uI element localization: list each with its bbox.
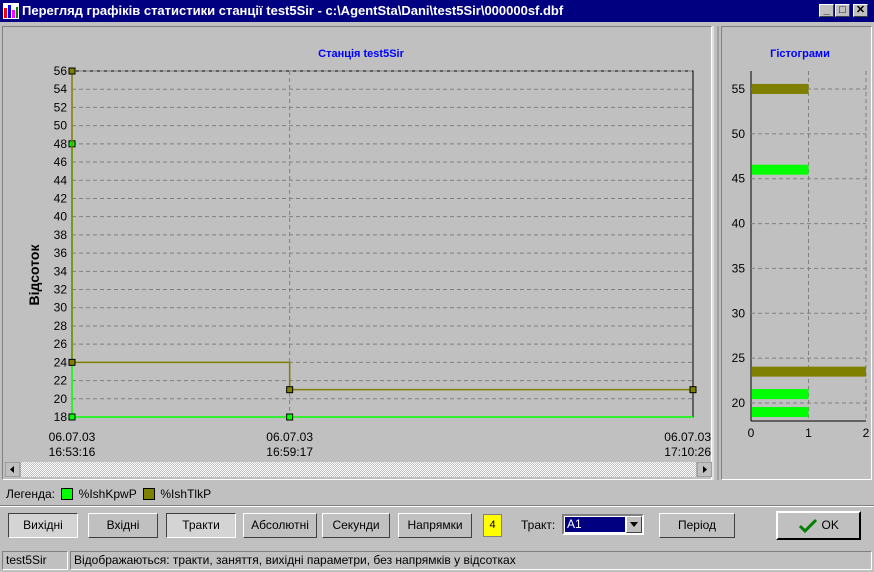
- series-marker: [286, 413, 294, 421]
- hist-y-tick-label: 30: [732, 306, 746, 320]
- hist-x-tick-label: 0: [748, 426, 755, 440]
- y-tick-label: 26: [54, 337, 68, 351]
- y-tick-label: 46: [54, 155, 68, 169]
- hist-y-tick-label: 50: [732, 127, 746, 141]
- legend-item-ishkpwp: %IshKpwP: [78, 486, 137, 501]
- x-tick-time: 17:10:26: [664, 445, 711, 459]
- y-tick-label: 22: [54, 374, 68, 388]
- line-chart: Станція test5Sir Відсоток 18 20 22 24 26 28 30…: [26, 48, 711, 459]
- y-tick-label: 38: [54, 228, 68, 242]
- scroll-right-button[interactable]: [696, 461, 713, 478]
- x-tick-time: 16:53:16: [49, 445, 96, 459]
- chart-title: Станція test5Sir: [318, 48, 404, 60]
- y-tick-label: 44: [54, 173, 68, 187]
- paths-button[interactable]: Тракти: [166, 513, 236, 538]
- checkmark-icon: [799, 518, 818, 533]
- directions-button[interactable]: Напрямки: [398, 513, 472, 538]
- hist-bar-0: [752, 407, 809, 418]
- path-label: Тракт:: [521, 518, 556, 532]
- series-marker: [689, 386, 697, 394]
- inputs-button[interactable]: Вхідні: [88, 513, 158, 538]
- hist-y-tick-label: 45: [732, 172, 746, 186]
- legend-swatch-ishtlkp: [143, 487, 156, 500]
- status-message: Відображаються: тракти, заняття, вихідні…: [70, 551, 872, 570]
- hist-bar-0: [752, 389, 809, 400]
- outputs-button[interactable]: Вихідні: [8, 513, 78, 538]
- y-tick-label: 20: [54, 392, 68, 406]
- ok-label: OK: [821, 518, 839, 532]
- horizontal-scrollbar[interactable]: [4, 461, 713, 478]
- title-bar: Перегляд графіків статистики станції tes…: [0, 0, 874, 22]
- hist-bar-1: [752, 366, 866, 377]
- y-tick-label: 30: [54, 301, 68, 315]
- series-marker: [68, 413, 76, 421]
- legend-label: Легенда:: [6, 486, 55, 501]
- y-tick-label: 54: [54, 82, 68, 96]
- y-tick-label: 52: [54, 100, 68, 114]
- status-station: test5Sir: [2, 551, 68, 570]
- hist-y-tick-label: 40: [732, 217, 746, 231]
- hist-bar-1: [752, 83, 809, 94]
- y-tick-label: 24: [54, 355, 68, 369]
- legend: Легенда: %IshKpwP %IshTlkP: [6, 486, 211, 502]
- y-tick-label: 28: [54, 319, 68, 333]
- series-marker: [286, 386, 294, 394]
- x-tick-date: 06.07.03: [49, 430, 96, 444]
- absolute-button[interactable]: Абсолютні: [243, 513, 317, 538]
- legend-item-ishtlkp: %IshTlkP: [160, 486, 212, 501]
- hist-x-tick-label: 1: [805, 426, 812, 440]
- series-marker: [68, 67, 76, 75]
- x-tick-date: 06.07.03: [664, 430, 711, 444]
- window-title: Перегляд графіків статистики станції tes…: [22, 3, 564, 18]
- path-select-value: A1: [565, 517, 625, 532]
- line-chart-panel: Станція test5Sir Відсоток 18 20 22 24 26 28 30…: [2, 26, 712, 480]
- hist-bar-0: [752, 164, 809, 175]
- panel-splitter[interactable]: [712, 26, 721, 480]
- bar-chart-icon: [3, 3, 19, 19]
- counter-badge[interactable]: 4: [483, 514, 502, 537]
- ok-button[interactable]: OK: [776, 511, 861, 540]
- scroll-left-button[interactable]: [4, 461, 21, 478]
- legend-swatch-ishkpwp: [61, 487, 74, 500]
- period-button[interactable]: Період: [659, 513, 735, 538]
- y-tick-label: 56: [54, 64, 68, 78]
- y-tick-label: 32: [54, 283, 68, 297]
- histogram-chart: Гістограми 20 25 30 35 40 45 50 55 0 1 2: [732, 48, 870, 440]
- y-tick-label: 42: [54, 191, 68, 205]
- x-tick-date: 06.07.03: [266, 430, 313, 444]
- y-tick-label: 18: [54, 410, 68, 424]
- path-select[interactable]: A1: [562, 514, 644, 535]
- y-tick-label: 34: [54, 264, 68, 278]
- chevron-down-icon[interactable]: [626, 516, 642, 533]
- maximize-button[interactable]: □: [835, 4, 850, 17]
- y-tick-label: 50: [54, 119, 68, 133]
- hist-x-tick-label: 2: [863, 426, 870, 440]
- histogram-title: Гістограми: [770, 48, 830, 60]
- hist-y-tick-label: 20: [732, 396, 746, 410]
- minimize-button[interactable]: _: [819, 4, 834, 17]
- x-tick-time: 16:59:17: [266, 445, 313, 459]
- hist-y-tick-label: 35: [732, 261, 746, 275]
- hist-y-tick-label: 25: [732, 351, 746, 365]
- series-marker: [68, 358, 76, 366]
- toolbar-separator: [0, 505, 874, 507]
- y-tick-label: 36: [54, 246, 68, 260]
- close-button[interactable]: ✕: [853, 4, 868, 17]
- histogram-panel: Гістограми 20 25 30 35 40 45 50 55 0 1 2: [721, 26, 872, 480]
- y-tick-label: 48: [54, 137, 68, 151]
- y-tick-label: 40: [54, 210, 68, 224]
- y-axis-label: Відсоток: [26, 244, 42, 306]
- seconds-button[interactable]: Секунди: [322, 513, 390, 538]
- hist-y-tick-label: 55: [732, 82, 746, 96]
